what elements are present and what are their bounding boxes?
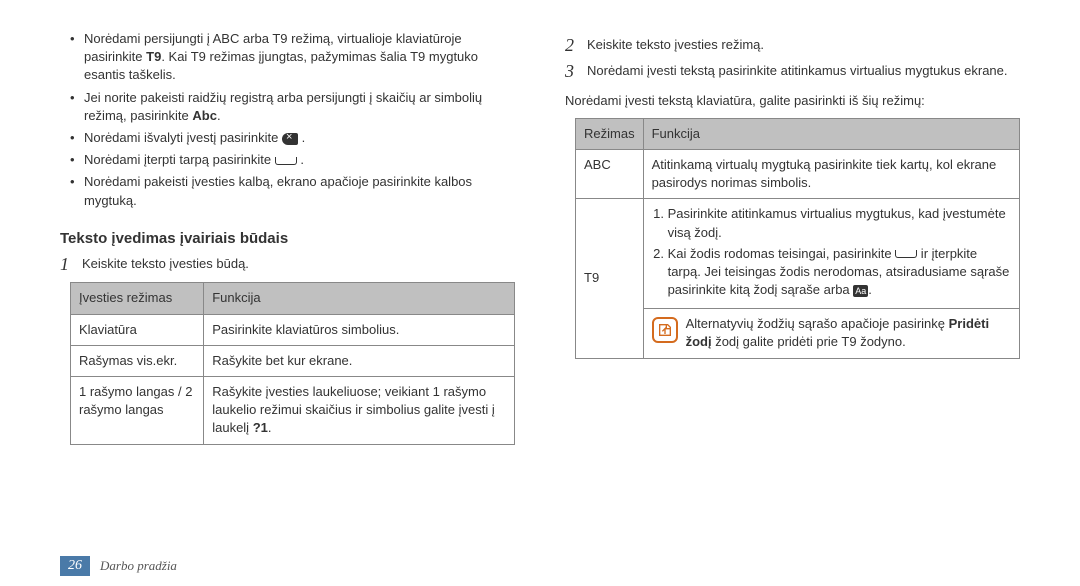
step-2: 2 Keiskite teksto įvesties režimą. — [565, 36, 1020, 56]
step-number: 2 — [565, 36, 579, 56]
step-text: Keiskite teksto įvesties būdą. — [82, 255, 515, 275]
space-icon — [895, 250, 917, 258]
bullet-list: Norėdami persijungti į ABC arba T9 režim… — [60, 30, 515, 210]
left-column: Norėdami persijungti į ABC arba T9 režim… — [60, 30, 515, 544]
bullet-item: Norėdami pakeisti įvesties kalbą, ekrano… — [70, 173, 515, 209]
bullet-item: Jei norite pakeisti raidžių registrą arb… — [70, 89, 515, 125]
step-text: Norėdami įvesti tekstą pasirinkite atiti… — [587, 62, 1020, 82]
table-header: Funkcija — [643, 118, 1019, 149]
table-header: Režimas — [576, 118, 644, 149]
table-row: ABC Atitinkamą virtualų mygtuką pasirink… — [576, 149, 1020, 198]
bullet-item: Norėdami įterpti tarpą pasirinkite . — [70, 151, 515, 169]
page-number: 26 — [60, 556, 90, 576]
table-header: Funkcija — [204, 283, 515, 314]
step-number: 3 — [565, 62, 579, 82]
step-number: 1 — [60, 255, 74, 275]
table-row: T9 Pasirinkite atitinkamus virtualius my… — [576, 199, 1020, 309]
step-text: Keiskite teksto įvesties režimą. — [587, 36, 1020, 56]
input-mode-table: Įvesties režimas Funkcija Klaviatūra Pas… — [70, 282, 515, 444]
intro-paragraph: Norėdami įvesti tekstą klaviatūra, galit… — [565, 92, 1020, 110]
list-item: Kai žodis rodomas teisingai, pasirinkite… — [668, 245, 1011, 300]
note-text: Alternatyvių žodžių sąrašo apačioje pasi… — [686, 315, 1011, 351]
bullet-item: Norėdami išvalyti įvestį pasirinkite . — [70, 129, 515, 147]
t9-steps: Pasirinkite atitinkamus virtualius mygtu… — [652, 205, 1011, 299]
list-item: Pasirinkite atitinkamus virtualius mygtu… — [668, 205, 1011, 241]
bullet-item: Norėdami persijungti į ABC arba T9 režim… — [70, 30, 515, 85]
note-row: Alternatyvių žodžių sąrašo apačioje pasi… — [576, 309, 1020, 358]
section-name: Darbo pradžia — [100, 558, 177, 574]
mode-table: Režimas Funkcija ABC Atitinkamą virtualų… — [575, 118, 1020, 359]
subheading: Teksto įvedimas įvairiais būdais — [60, 228, 515, 249]
aa-icon: Aa — [853, 285, 868, 297]
right-column: 2 Keiskite teksto įvesties režimą. 3 Nor… — [565, 30, 1020, 544]
note-icon — [652, 317, 678, 343]
space-icon — [275, 157, 297, 165]
table-row: Rašymas vis.ekr. Rašykite bet kur ekrane… — [71, 345, 515, 376]
step-1: 1 Keiskite teksto įvesties būdą. — [60, 255, 515, 275]
step-3: 3 Norėdami įvesti tekstą pasirinkite ati… — [565, 62, 1020, 82]
table-row: Klaviatūra Pasirinkite klaviatūros simbo… — [71, 314, 515, 345]
page-footer: 26 Darbo pradžia — [60, 556, 1020, 576]
table-row: 1 rašymo langas / 2 rašymo langas Rašyki… — [71, 377, 515, 445]
page-content: Norėdami persijungti į ABC arba T9 režim… — [60, 30, 1020, 544]
clear-icon — [282, 133, 298, 145]
table-header: Įvesties režimas — [71, 283, 204, 314]
